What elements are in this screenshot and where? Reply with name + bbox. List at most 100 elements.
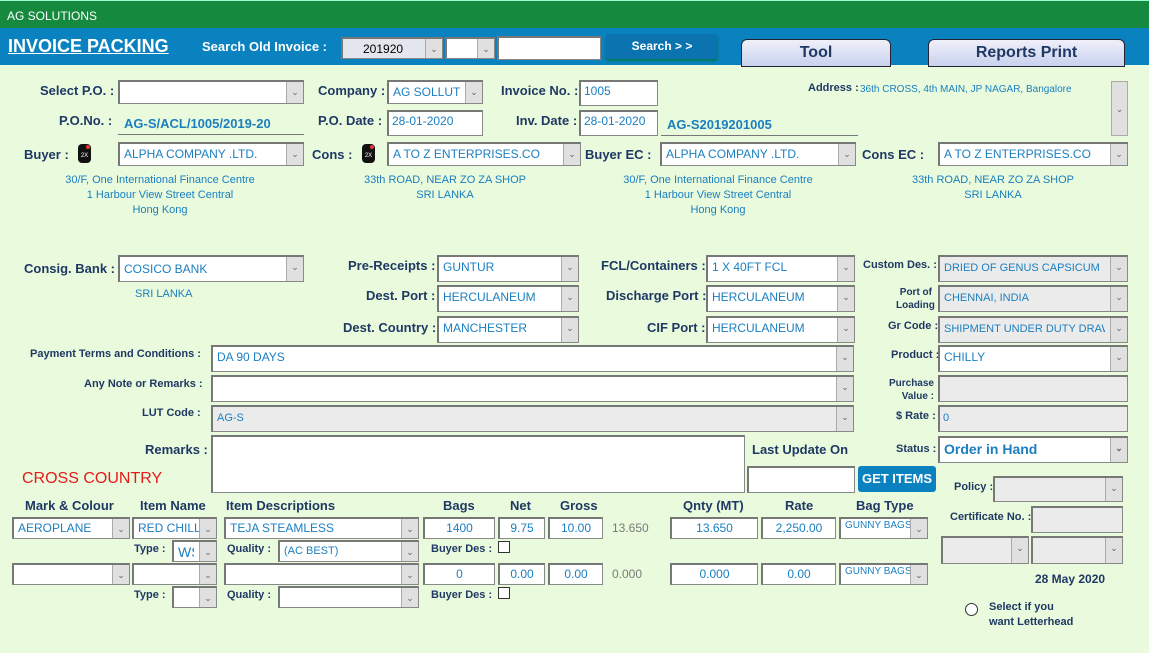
search-button[interactable]: Search > > bbox=[606, 34, 718, 59]
net-input[interactable]: 9.75 bbox=[498, 517, 545, 539]
policy-dropdown[interactable]: ⌄ bbox=[993, 476, 1123, 502]
gross-input[interactable]: 10.00 bbox=[548, 517, 603, 539]
item-description-dropdown[interactable]: ⌄ bbox=[224, 563, 419, 585]
fcl-containers-label: FCL/Containers : bbox=[601, 258, 706, 273]
lut-code-dropdown[interactable]: AG-S ⌄ bbox=[211, 405, 854, 432]
dest-country-dropdown[interactable]: MANCHESTER ⌄ bbox=[437, 316, 579, 343]
chevron-down-icon: ⌄ bbox=[561, 318, 578, 342]
cons-label: Cons : bbox=[312, 147, 353, 162]
search-secondary-select[interactable]: ⌄ bbox=[445, 37, 495, 59]
app-title-bar: AG SOLUTIONS bbox=[0, 0, 1149, 28]
item-name-dropdown[interactable]: ⌄ bbox=[132, 563, 217, 585]
search-text-input[interactable] bbox=[497, 36, 601, 60]
record-2x-icon[interactable]: 2X bbox=[78, 144, 91, 163]
header-mark-colour: Mark & Colour bbox=[25, 498, 114, 513]
cons-dropdown[interactable]: A TO Z ENTERPRISES.CO ⌄ bbox=[387, 142, 581, 166]
chevron-down-icon: ⌄ bbox=[199, 519, 216, 538]
cif-port-dropdown[interactable]: HERCULANEUM ⌄ bbox=[706, 316, 855, 343]
header-bag-type: Bag Type bbox=[856, 498, 914, 513]
bags-input[interactable]: 0 bbox=[423, 563, 495, 585]
mark-colour-dropdown[interactable]: ⌄ bbox=[12, 563, 130, 585]
search-year-select[interactable]: 201920 ⌄ bbox=[341, 37, 443, 59]
buyer-des-checkbox[interactable] bbox=[498, 541, 510, 553]
bags-input[interactable]: 1400 bbox=[423, 517, 495, 539]
purchase-value-input[interactable] bbox=[938, 375, 1128, 402]
dest-port-dropdown[interactable]: HERCULANEUM ⌄ bbox=[437, 285, 579, 312]
consig-bank-dropdown[interactable]: COSICO BANK ⌄ bbox=[118, 255, 304, 282]
chevron-down-icon: ⌄ bbox=[836, 347, 853, 371]
pre-receipts-dropdown[interactable]: GUNTUR ⌄ bbox=[437, 255, 579, 282]
invoice-code: AG-S2019201005 bbox=[661, 117, 858, 136]
chevron-down-icon: ⌄ bbox=[836, 407, 853, 431]
chevron-down-icon: ⌄ bbox=[1105, 538, 1122, 563]
item-description-dropdown[interactable]: TEJA STEAMLESS ⌄ bbox=[224, 517, 419, 539]
gr-code-dropdown[interactable]: SHIPMENT UNDER DUTY DRAW ⌄ bbox=[938, 316, 1128, 343]
app-title: AG SOLUTIONS bbox=[7, 9, 98, 23]
mark-colour-dropdown[interactable]: AEROPLANE ⌄ bbox=[12, 517, 130, 539]
qnty-input[interactable]: 0.000 bbox=[670, 563, 758, 585]
payment-terms-label: Payment Terms and Conditions : bbox=[30, 348, 201, 360]
bag-type-dropdown[interactable]: GUNNY BAGS ⌄ bbox=[839, 517, 928, 539]
address-scroll-dropdown[interactable]: ⌄ bbox=[1111, 81, 1128, 136]
buyer-des-checkbox[interactable] bbox=[498, 587, 510, 599]
chevron-down-icon: ⌄ bbox=[401, 519, 418, 538]
gross-input[interactable]: 0.00 bbox=[548, 563, 603, 585]
page-title: INVOICE PACKING bbox=[8, 36, 169, 56]
type-dropdown[interactable]: ⌄ bbox=[172, 586, 217, 608]
qnty-input[interactable]: 13.650 bbox=[670, 517, 758, 539]
last-update-input[interactable] bbox=[747, 466, 855, 493]
product-dropdown[interactable]: CHILLY ⌄ bbox=[938, 345, 1128, 372]
type-label: Type : bbox=[134, 543, 166, 555]
extra-select-1[interactable]: ⌄ bbox=[941, 536, 1029, 564]
record-2x-icon[interactable]: 2X bbox=[362, 144, 375, 163]
rate-input[interactable]: 2,250.00 bbox=[761, 517, 836, 539]
chevron-down-icon: ⌄ bbox=[425, 39, 442, 58]
chevron-down-icon: ⌄ bbox=[199, 588, 216, 607]
chevron-down-icon: ⌄ bbox=[286, 82, 303, 103]
net-input[interactable]: 0.00 bbox=[498, 563, 545, 585]
calc-value: 13.650 bbox=[612, 521, 649, 535]
chevron-down-icon: ⌄ bbox=[199, 542, 216, 561]
buyer-dropdown[interactable]: ALPHA COMPANY .LTD. ⌄ bbox=[118, 142, 304, 166]
cons-ec-dropdown[interactable]: A TO Z ENTERPRISES.CO ⌄ bbox=[938, 142, 1128, 166]
remarks-textarea[interactable] bbox=[211, 435, 745, 493]
inv-date-input[interactable]: 28-01-2020 bbox=[579, 110, 658, 136]
po-no-value: AG-S/ACL/1005/2019-20 bbox=[118, 116, 304, 135]
payment-terms-dropdown[interactable]: DA 90 DAYS ⌄ bbox=[211, 345, 854, 372]
type-dropdown[interactable]: WS⌄ bbox=[172, 540, 217, 562]
extra-select-2[interactable]: ⌄ bbox=[1031, 536, 1123, 564]
certificate-input[interactable] bbox=[1031, 506, 1123, 533]
po-date-input[interactable]: 28-01-2020 bbox=[387, 110, 483, 136]
cons-ec-label: Cons EC : bbox=[862, 147, 925, 162]
chevron-down-icon: ⌄ bbox=[401, 542, 418, 561]
reports-print-button[interactable]: Reports Print bbox=[928, 39, 1125, 67]
status-label: Status : bbox=[896, 443, 937, 455]
chevron-down-icon: ⌄ bbox=[1105, 478, 1122, 501]
chevron-down-icon: ⌄ bbox=[112, 519, 129, 538]
chevron-down-icon: ⌄ bbox=[838, 144, 855, 165]
company-dropdown[interactable]: AG SOLLUTIO⌄ bbox=[387, 80, 483, 104]
buyer-ec-dropdown[interactable]: ALPHA COMPANY .LTD. ⌄ bbox=[660, 142, 856, 166]
tool-button[interactable]: Tool bbox=[741, 39, 891, 67]
rate-input[interactable]: 0.00 bbox=[761, 563, 836, 585]
type-label: Type : bbox=[134, 589, 166, 601]
select-po-dropdown[interactable]: ⌄ bbox=[118, 80, 304, 104]
custom-des-dropdown[interactable]: DRIED OF GENUS CAPSICUM ⌄ bbox=[938, 255, 1128, 282]
header-rate: Rate bbox=[785, 498, 814, 513]
bag-type-dropdown[interactable]: GUNNY BAGS ⌄ bbox=[839, 563, 928, 585]
dollar-rate-input[interactable]: 0 bbox=[938, 405, 1128, 432]
get-items-button[interactable]: GET ITEMS bbox=[858, 466, 936, 492]
invoice-no-input[interactable]: 1005 bbox=[579, 80, 658, 106]
company-label: Company : bbox=[318, 83, 386, 98]
quality-dropdown[interactable]: (AC BEST) ⌄ bbox=[278, 540, 419, 562]
item-name-dropdown[interactable]: RED CHILLY⌄ bbox=[132, 517, 217, 539]
port-of-loading-dropdown[interactable]: CHENNAI, INDIA ⌄ bbox=[938, 285, 1128, 312]
fcl-containers-dropdown[interactable]: 1 X 40FT FCL ⌄ bbox=[706, 255, 855, 282]
discharge-port-dropdown[interactable]: HERCULANEUM ⌄ bbox=[706, 285, 855, 312]
note-remarks-dropdown[interactable]: ⌄ bbox=[211, 375, 854, 402]
buyer-label: Buyer : bbox=[24, 147, 69, 162]
status-dropdown[interactable]: Order in Hand ⌄ bbox=[938, 436, 1128, 463]
header-gross: Gross bbox=[560, 498, 598, 513]
quality-dropdown[interactable]: ⌄ bbox=[278, 586, 419, 608]
letterhead-radio[interactable] bbox=[965, 603, 978, 616]
